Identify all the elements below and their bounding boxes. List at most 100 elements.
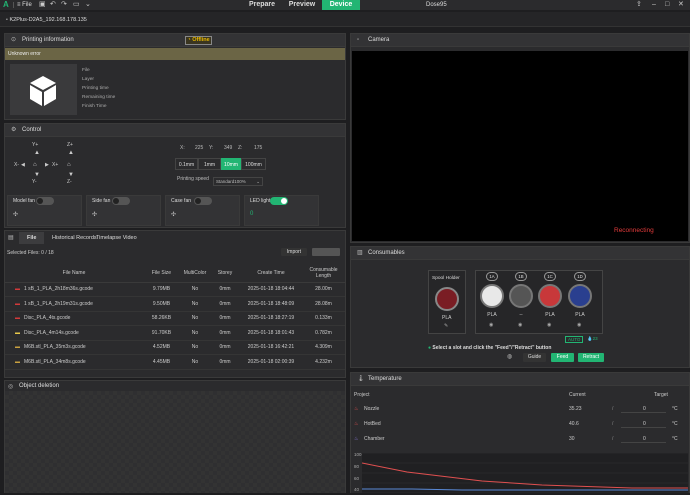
device-tab[interactable]: ▪ K2Plus-D2A5_192.168.178.135 bbox=[6, 13, 106, 27]
temp-unit: °C bbox=[672, 406, 678, 412]
step-0-1mm-button[interactable]: 0.1mm bbox=[175, 158, 198, 170]
tab-timelapse-video[interactable]: Timelapse Video bbox=[96, 232, 137, 244]
y-plus-button[interactable]: ▲ bbox=[34, 150, 40, 156]
spool-holder-card[interactable]: Spool Holder PLA ✎ bbox=[428, 270, 466, 334]
temp-target-input[interactable]: 0 bbox=[621, 420, 666, 428]
filament-slot-1c[interactable]: 1C PLA ◉ bbox=[537, 272, 563, 332]
z-plus-button[interactable]: ▲ bbox=[68, 150, 74, 156]
file-name-cell: ▬ 1 sB_1_PLA_2h19m31s.gcode bbox=[5, 296, 143, 312]
printing-speed-select[interactable]: Standard100% ⌄ bbox=[213, 177, 263, 186]
filament-slot-1a[interactable]: 1A PLA ◉ bbox=[479, 272, 505, 332]
step-100mm-button[interactable]: 100mm bbox=[241, 158, 266, 170]
fan-icon: ✣ bbox=[92, 212, 98, 218]
col-storey[interactable]: Storey bbox=[210, 264, 240, 283]
eye-icon[interactable]: ◉ bbox=[489, 322, 493, 328]
toggle-knob bbox=[195, 198, 201, 204]
file-thumbnail-icon: ▬ bbox=[15, 300, 20, 307]
col-multicolor[interactable]: MultiColor bbox=[180, 264, 210, 283]
error-banner: Unknown error bbox=[5, 48, 345, 60]
maximize-icon[interactable]: □ bbox=[665, 0, 669, 10]
delete-button[interactable] bbox=[312, 248, 340, 256]
col-consumable-length[interactable]: Consumable Length bbox=[302, 264, 345, 283]
info-field-file: File bbox=[82, 68, 90, 73]
temp-col-project: Project bbox=[354, 392, 370, 398]
device-tab-label: K2Plus-D2A5_192.168.178.135 bbox=[9, 17, 87, 23]
table-row[interactable]: ▬ 1 sB_1_PLA_2h19m31s.gcode 9.50MB No 0mm 202… bbox=[5, 296, 345, 312]
create-time-cell: 2025-01-18 16:42:21 bbox=[240, 340, 302, 355]
x-coord-value: 225 bbox=[195, 145, 204, 151]
info-icon: ⊙ bbox=[11, 37, 17, 43]
eye-icon[interactable]: ◉ bbox=[547, 322, 551, 328]
temp-target: 0 bbox=[643, 406, 646, 412]
auto-badge[interactable]: AUTO bbox=[565, 336, 584, 343]
col-file-size[interactable]: File Size bbox=[143, 264, 180, 283]
file-size-cell: 4.52MB bbox=[143, 340, 180, 355]
x-plus-button[interactable]: ▶ bbox=[45, 162, 49, 168]
col-create-time[interactable]: Create Time bbox=[240, 264, 302, 283]
x-plus-label: X+ bbox=[52, 162, 59, 168]
object-deletion-canvas[interactable] bbox=[5, 391, 345, 493]
file-name-cell: ▬ M6B.stl_PLA_35m3s.gcode bbox=[5, 340, 143, 355]
gear-icon: ⚙ bbox=[11, 127, 17, 133]
eye-icon[interactable]: ◉ bbox=[518, 322, 522, 328]
tab-historical-records[interactable]: Historical Records bbox=[52, 232, 97, 244]
temperature-title: Temperature bbox=[368, 376, 402, 382]
tab-preview[interactable]: Preview bbox=[282, 0, 322, 10]
y-plus-label: Y+ bbox=[32, 142, 39, 148]
consumable-length-cell: 28.08m bbox=[302, 296, 345, 312]
undo-icon[interactable]: ↶ bbox=[50, 1, 56, 9]
dropdown-icon[interactable]: ⌄ bbox=[85, 1, 91, 9]
temperature-chart bbox=[361, 452, 688, 494]
home-z-icon[interactable]: ⌂ bbox=[67, 162, 71, 168]
temp-target-input[interactable]: 0 bbox=[621, 435, 666, 443]
temp-unit: °C bbox=[672, 421, 678, 427]
file-menu[interactable]: ≡ File bbox=[17, 1, 32, 9]
y-minus-button[interactable]: ▼ bbox=[34, 172, 40, 178]
slice-icon[interactable]: ▭ bbox=[73, 1, 80, 9]
import-button[interactable]: Import bbox=[281, 248, 307, 256]
edit-icon[interactable]: ✎ bbox=[444, 323, 448, 329]
model-fan-toggle[interactable] bbox=[36, 197, 54, 205]
side-fan-toggle[interactable] bbox=[112, 197, 130, 205]
table-row[interactable]: ▬ M6B.stl_PLA_35m3s.gcode 4.52MB No 0mm 2025-… bbox=[5, 340, 345, 355]
table-row[interactable]: ▬ Disc_PLA_4ts.gcode 58.26KB No 0mm 2025-01-1… bbox=[5, 311, 345, 326]
table-row[interactable]: ▬ M6B.stl_PLA_34m8s.gcode 4.45MB No 0mm 2025-… bbox=[5, 354, 345, 370]
step-10mm-button[interactable]: 10mm bbox=[221, 158, 241, 170]
filament-slot-1b[interactable]: 1B -- ◉ bbox=[508, 272, 534, 332]
upload-icon[interactable]: ⇪ bbox=[636, 0, 642, 10]
settings-icon[interactable]: ◍ bbox=[507, 353, 512, 360]
separator bbox=[13, 2, 14, 8]
filament-slot-1d[interactable]: 1D PLA ◉ bbox=[567, 272, 593, 332]
table-row[interactable]: ▬ 1 sB_1_PLA_2h18m36s.gcode 9.79MB No 0mm 202… bbox=[5, 282, 345, 297]
guide-button[interactable]: Guide bbox=[523, 353, 546, 362]
control-title: Control bbox=[22, 127, 42, 133]
feed-button[interactable]: Feed bbox=[551, 353, 574, 362]
minimize-icon[interactable]: – bbox=[652, 0, 656, 10]
temp-target-input[interactable]: 0 bbox=[621, 405, 666, 413]
home-xy-icon[interactable]: ⌂ bbox=[33, 162, 37, 168]
x-minus-button[interactable]: ◀ bbox=[21, 162, 25, 168]
case-fan-toggle[interactable] bbox=[194, 197, 212, 205]
model-fan-label: Model fan bbox=[13, 198, 35, 204]
tab-prepare[interactable]: Prepare bbox=[242, 0, 282, 10]
table-row[interactable]: ▬ Disc_PLA_4m14s.gcode 91.70KB No 0mm 2025-01… bbox=[5, 325, 345, 341]
tab-device[interactable]: Device bbox=[322, 0, 360, 10]
x-minus-label: X- bbox=[14, 162, 19, 168]
slot-number: 1C bbox=[544, 272, 556, 281]
step-1mm-button[interactable]: 1mm bbox=[198, 158, 221, 170]
col-file-name[interactable]: File Name bbox=[5, 264, 143, 283]
storey-cell: 0mm bbox=[210, 354, 240, 370]
temp-name: HotBed bbox=[364, 421, 381, 427]
storey-cell: 0mm bbox=[210, 282, 240, 297]
save-icon[interactable]: ▣ bbox=[39, 1, 46, 9]
eye-icon[interactable]: ◉ bbox=[577, 322, 581, 328]
tab-file[interactable]: File bbox=[19, 232, 45, 244]
create-time-cell: 2025-01-18 18:48:09 bbox=[240, 296, 302, 312]
slot-number: 1D bbox=[574, 272, 586, 281]
z-minus-button[interactable]: ▼ bbox=[68, 172, 74, 178]
redo-icon[interactable]: ↷ bbox=[61, 1, 67, 9]
retract-button[interactable]: Retract bbox=[578, 353, 604, 362]
camera-feed[interactable] bbox=[352, 51, 688, 241]
led-light-toggle[interactable] bbox=[270, 197, 288, 205]
close-icon[interactable]: ✕ bbox=[678, 0, 684, 10]
